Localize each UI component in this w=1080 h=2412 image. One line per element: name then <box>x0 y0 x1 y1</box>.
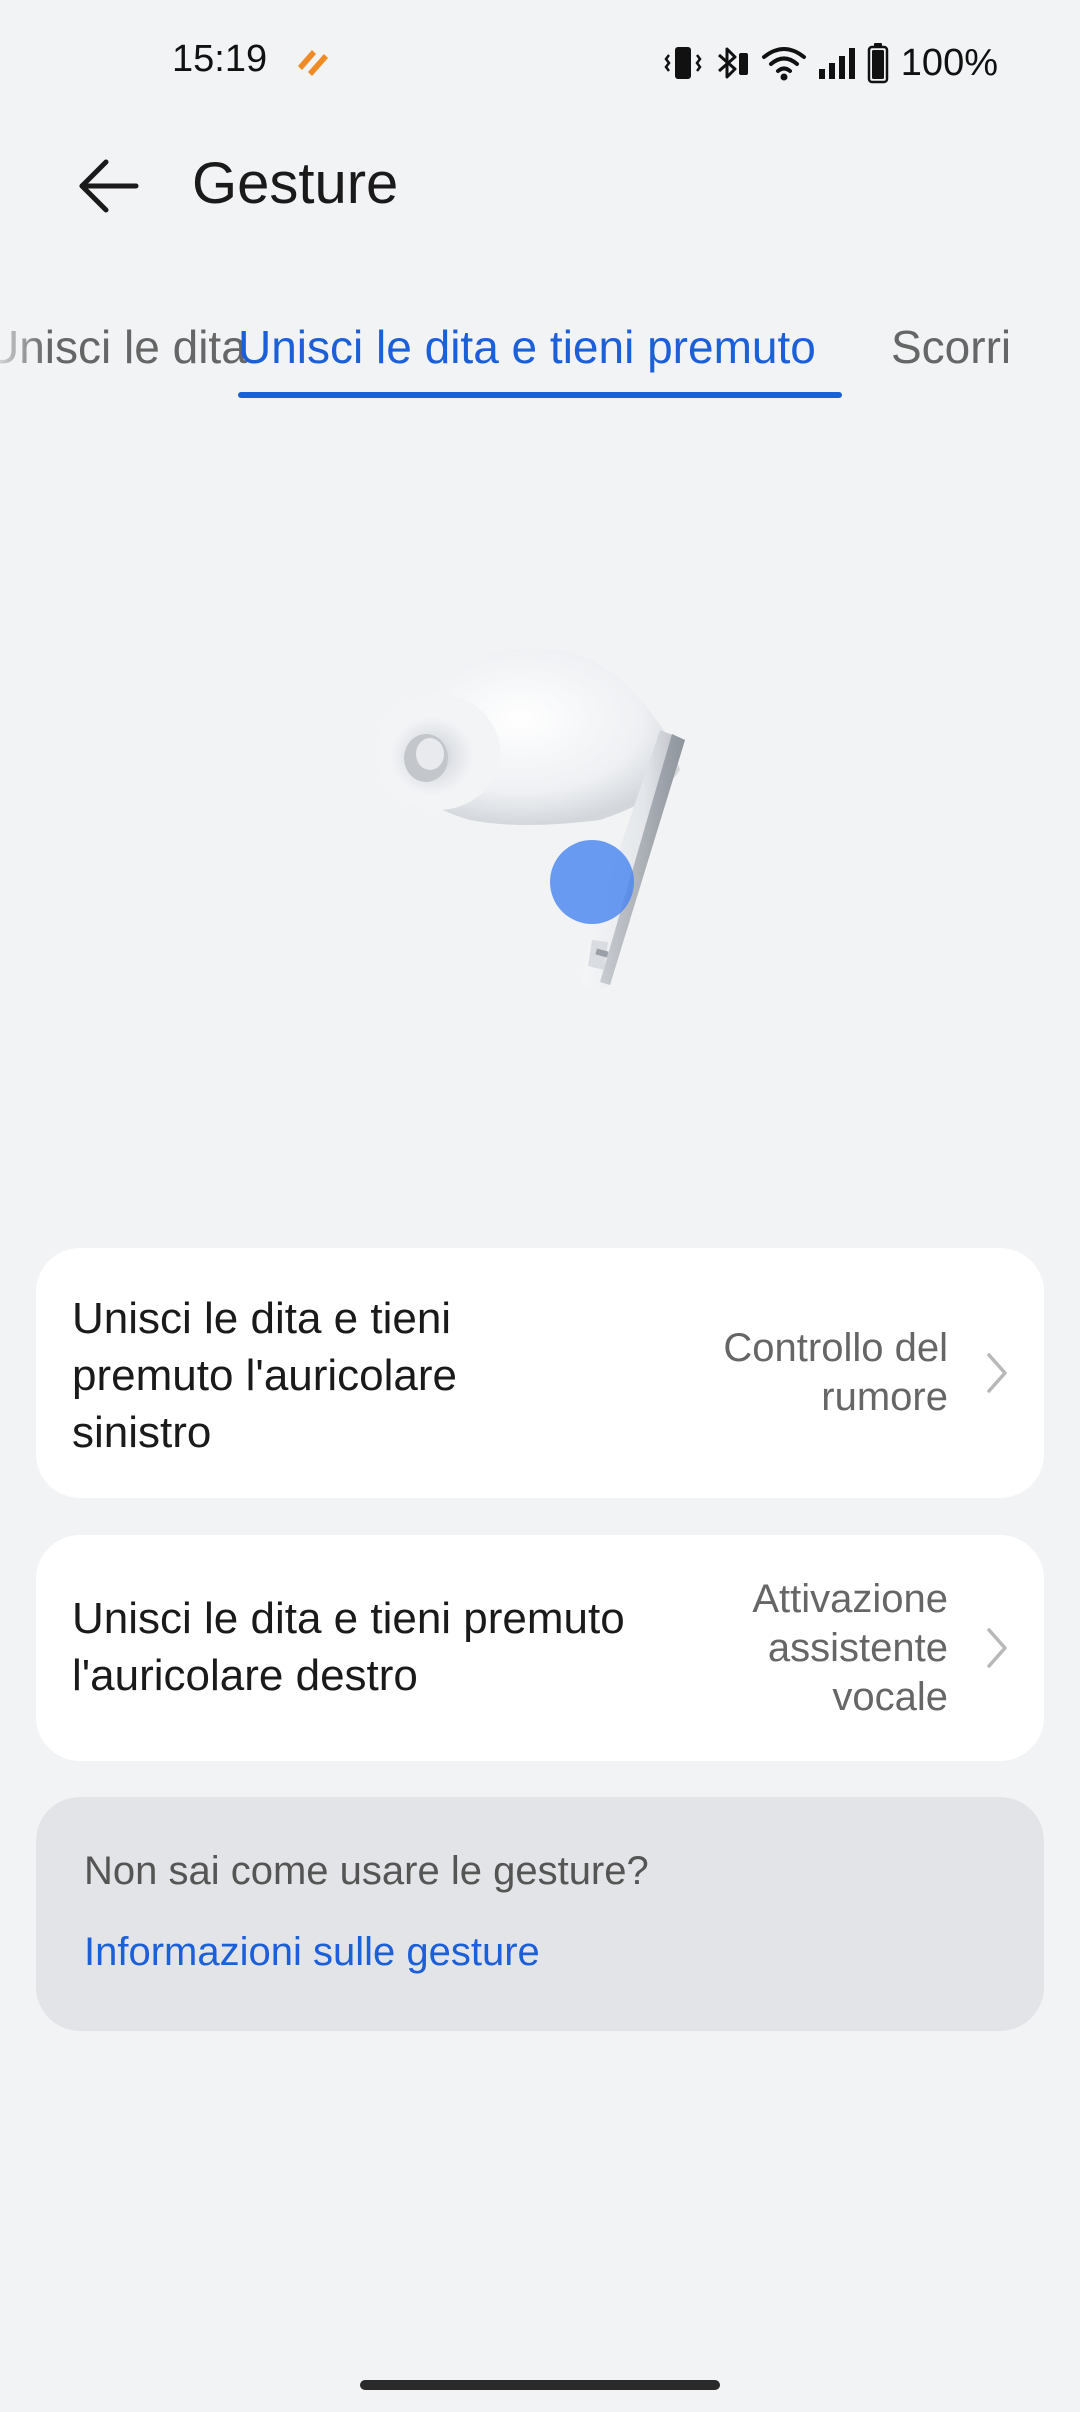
chevron-right-icon <box>987 1353 1007 1393</box>
tab-unisci-le-dita[interactable]: Unisci le dita <box>0 320 247 374</box>
right-earbud-gesture-label: Unisci le dita e tieni premuto l'auricol… <box>72 1594 625 1700</box>
left-earbud-gesture-label: Unisci le dita e tieni premuto l'auricol… <box>72 1294 458 1457</box>
gesture-tabs: Unisci le dita Unisci le dita e tieni pr… <box>0 310 1080 410</box>
gesture-info-link[interactable]: Informazioni sulle gesture <box>84 1930 540 1975</box>
tab-scorri[interactable]: Scorri <box>891 320 1011 374</box>
right-earbud-gesture-row[interactable]: Unisci le dita e tieni premuto l'auricol… <box>36 1535 1044 1761</box>
vibrate-icon <box>664 47 702 79</box>
wifi-icon <box>761 47 806 81</box>
bluetooth-icon <box>717 47 748 79</box>
battery-icon <box>867 43 889 84</box>
gesture-help-box: Non sai come usare le gesture? Informazi… <box>36 1797 1044 2031</box>
chevron-right-icon <box>987 1628 1007 1668</box>
active-tab-indicator <box>238 392 842 398</box>
app-notification-icon <box>298 50 328 76</box>
left-earbud-gesture-row[interactable]: Unisci le dita e tieni premuto l'auricol… <box>36 1248 1044 1498</box>
help-question: Non sai come usare le gesture? <box>84 1849 649 1893</box>
back-arrow-icon <box>79 159 139 213</box>
left-earbud-gesture-value: Controllo del rumore <box>723 1326 948 1419</box>
right-earbud-gesture-value: Attivazione assistente vocale <box>752 1577 948 1719</box>
home-indicator[interactable] <box>360 2380 720 2390</box>
tab-unisci-e-tieni-premuto[interactable]: Unisci le dita e tieni premuto <box>238 320 816 374</box>
status-icons: 100% <box>663 38 998 88</box>
status-bar: 15:19 100% <box>0 0 1080 128</box>
status-time: 15:19 <box>172 38 268 80</box>
cellular-signal-icon <box>818 48 855 79</box>
page-title: Gesture <box>192 151 399 216</box>
top-bar: Gesture <box>0 130 1080 240</box>
earbud-image <box>376 648 685 990</box>
battery-percentage: 100% <box>900 41 998 84</box>
back-button[interactable] <box>60 144 156 228</box>
